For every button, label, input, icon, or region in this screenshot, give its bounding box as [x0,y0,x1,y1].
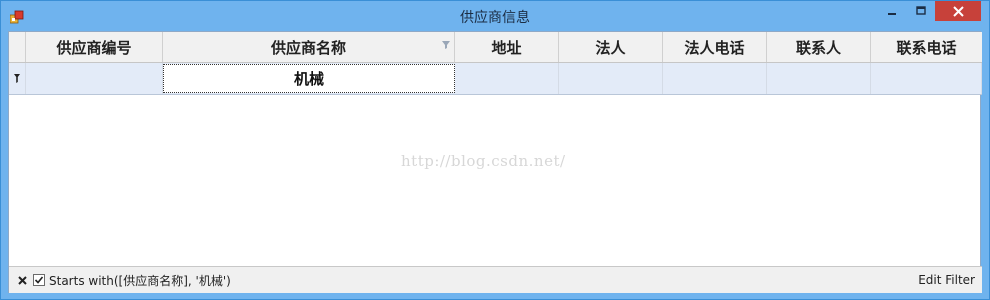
minimize-button[interactable] [877,1,906,21]
grid-header: 供应商编号 供应商名称 地址 法人 法人电话 联系人 联系电话 [9,32,982,63]
window-title: 供应商信息 [460,10,530,26]
filter-icon[interactable] [442,35,450,49]
filter-panel: Starts with([供应商名称], '机械') Edit Filter [9,266,982,293]
watermark: http://blog.csdn.net/ [401,152,566,170]
maximize-icon [915,6,926,15]
filter-enabled-checkbox[interactable] [33,274,45,286]
filter-row-icon [14,74,20,83]
column-header-legal-person[interactable]: 法人 [559,32,663,62]
filter-expression[interactable]: Starts with([供应商名称], '机械') [49,272,231,289]
title-bar[interactable]: 供应商信息 [1,1,989,31]
checkmark-icon [34,276,44,284]
column-header-contact[interactable]: 联系人 [767,32,871,62]
filter-cell-contact-phone[interactable] [871,63,982,94]
row-indicator-header [9,32,26,62]
clear-filter-button[interactable] [16,274,28,286]
filter-cell-legal-person[interactable] [559,63,663,94]
close-icon [952,5,964,17]
app-window: 供应商信息 供应商编号 供应商名称 地址 法人 法人电话 联系人 联系电话 机械… [0,0,990,300]
filter-cell-legal-phone[interactable] [663,63,767,94]
grid-control[interactable]: 供应商编号 供应商名称 地址 法人 法人电话 联系人 联系电话 机械 http:… [8,31,982,293]
filter-cell-supplier-code[interactable] [26,63,163,94]
filter-cell-supplier-name[interactable]: 机械 [163,64,455,93]
close-icon [17,275,27,285]
column-header-supplier-code[interactable]: 供应商编号 [26,32,163,62]
filter-row-indicator [9,63,26,94]
maximize-button[interactable] [906,1,935,21]
close-button[interactable] [935,1,981,21]
column-header-address[interactable]: 地址 [455,32,559,62]
edit-filter-button[interactable]: Edit Filter [918,273,975,287]
filter-cell-address[interactable] [455,63,559,94]
minimize-icon [887,13,896,15]
column-header-legal-phone[interactable]: 法人电话 [663,32,767,62]
auto-filter-row: 机械 [9,63,982,95]
column-header-contact-phone[interactable]: 联系电话 [871,32,982,62]
filter-cell-contact[interactable] [767,63,871,94]
column-header-label: 供应商名称 [270,38,346,57]
column-header-supplier-name[interactable]: 供应商名称 [163,32,455,62]
